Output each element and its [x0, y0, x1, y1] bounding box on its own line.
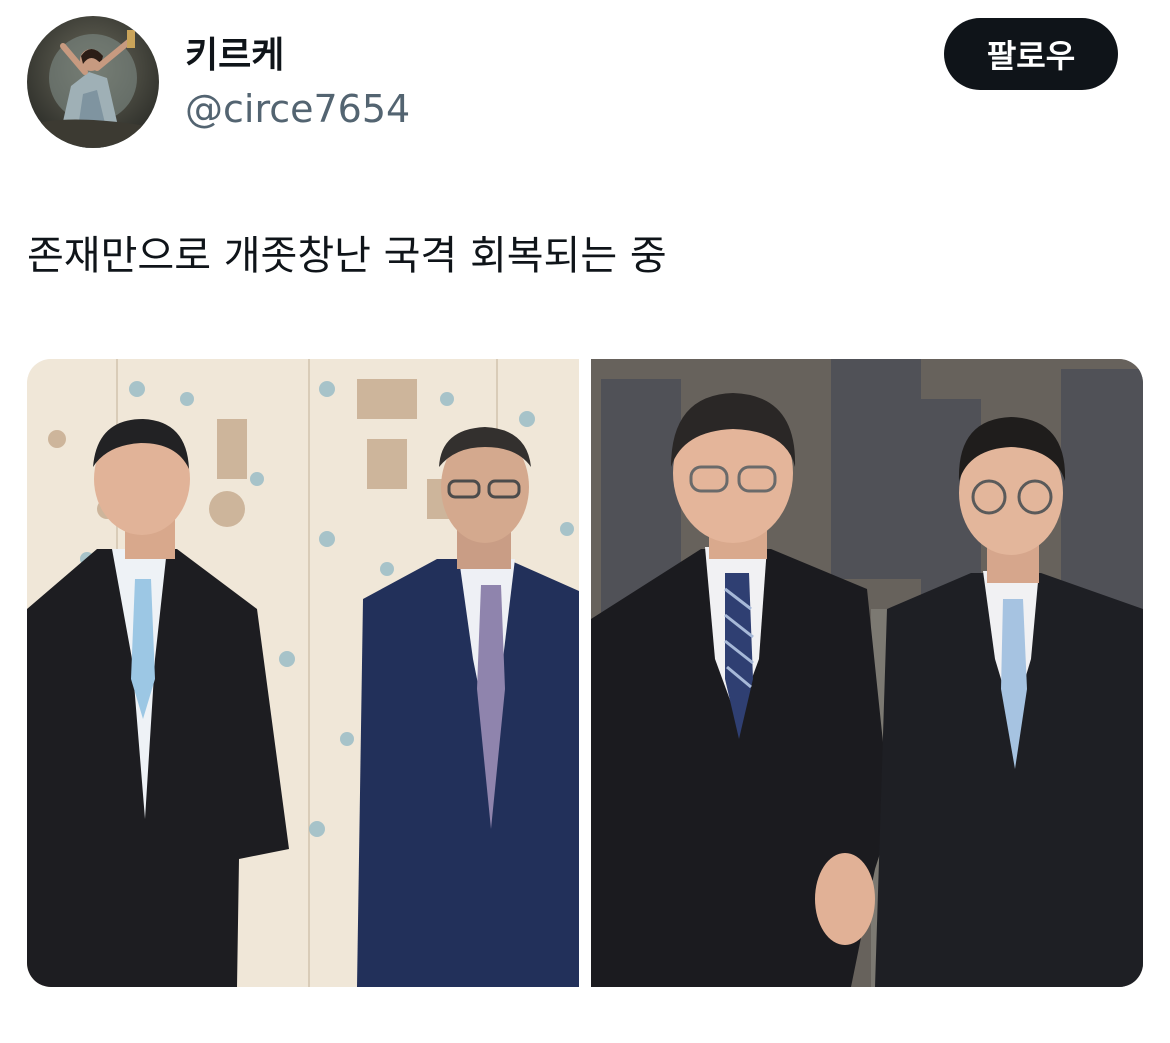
tweet-header: 키르케 @circe7654 팔로우	[27, 16, 1137, 151]
avatar-painting-icon	[27, 16, 159, 148]
display-name[interactable]: 키르케	[185, 34, 410, 78]
follow-button[interactable]: 팔로우	[944, 18, 1118, 90]
photo-two-men-holding-hands[interactable]	[591, 359, 1143, 987]
user-handle[interactable]: @circe7654	[185, 82, 410, 136]
photo-right-image	[591, 359, 1143, 987]
photo-left-image	[27, 359, 579, 987]
tweet-media[interactable]	[27, 359, 1143, 987]
avatar[interactable]	[27, 16, 159, 148]
tweet-text: 존재만으로 개좃창난 국격 회복되는 중	[27, 233, 667, 279]
user-names: 키르케 @circe7654	[185, 34, 410, 136]
photo-two-men-folding-screen[interactable]	[27, 359, 579, 987]
